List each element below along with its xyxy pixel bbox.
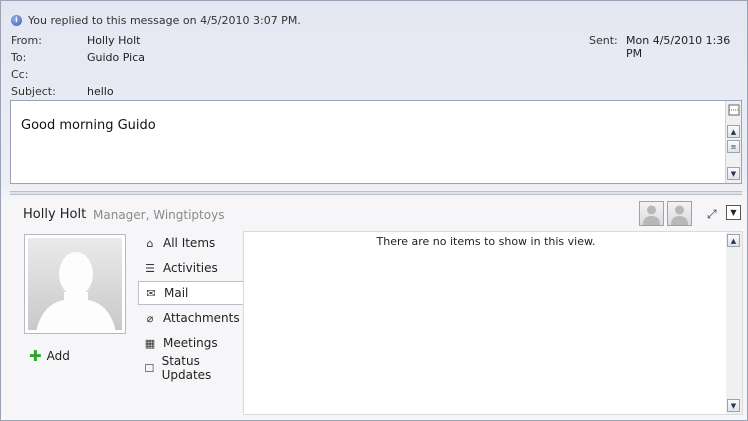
nav-label: All Items xyxy=(163,236,216,250)
paperclip-icon: ⌀ xyxy=(146,311,154,325)
add-contact-button[interactable]: ✚ Add xyxy=(29,347,70,365)
reply-info-bar: i You replied to this message on 4/5/201… xyxy=(11,12,301,28)
scroll-up-button[interactable]: ▲ xyxy=(727,125,740,138)
nav-label: Status Updates xyxy=(161,354,212,382)
message-text: Good morning Guido xyxy=(21,118,156,133)
pane-splitter[interactable] xyxy=(10,191,742,195)
split-icon[interactable] xyxy=(727,103,740,116)
contact-avatar-2[interactable] xyxy=(667,201,692,226)
person-title: Manager, Wingtiptoys xyxy=(93,208,225,222)
reading-pane: i You replied to this message on 4/5/201… xyxy=(0,0,748,421)
message-scrollbar[interactable]: ▲ ≡ ▼ xyxy=(725,101,741,183)
scroll-down-button[interactable]: ▼ xyxy=(727,167,740,180)
nav-item-status-updates[interactable]: ☐ Status Updates xyxy=(138,354,244,382)
scroll-down-button[interactable]: ▼ xyxy=(727,399,740,412)
subject-label: Subject: xyxy=(11,85,56,98)
scroll-up-button[interactable]: ▲ xyxy=(727,234,740,247)
add-label: Add xyxy=(46,349,70,363)
nav-item-all-items[interactable]: ⌂ All Items xyxy=(138,231,244,255)
nav-label: Activities xyxy=(163,261,218,275)
contact-photo xyxy=(24,234,126,334)
nav-label: Mail xyxy=(164,286,189,300)
cc-label: Cc: xyxy=(11,68,29,81)
items-list[interactable]: There are no items to show in this view.… xyxy=(243,231,743,415)
sent-value: Mon 4/5/2010 1:36 PM xyxy=(626,34,731,60)
chevron-down-icon[interactable]: ▼ xyxy=(726,205,741,220)
nav-item-activities[interactable]: ☰ Activities xyxy=(138,256,244,280)
nav-label: Meetings xyxy=(163,336,218,350)
calendar-icon: ▦ xyxy=(144,336,156,350)
info-icon: i xyxy=(11,14,22,26)
nav-item-mail[interactable]: ✉ Mail xyxy=(138,281,244,305)
empty-message: There are no items to show in this view. xyxy=(376,235,596,248)
subject-value: hello xyxy=(87,85,114,98)
mail-icon: ✉ xyxy=(146,286,156,300)
contact-avatar-1[interactable] xyxy=(639,201,664,226)
plus-icon: ✚ xyxy=(29,347,42,365)
to-label: To: xyxy=(11,51,27,64)
sent-label: Sent: xyxy=(589,34,618,47)
nav-item-attachments[interactable]: ⌀ Attachments xyxy=(138,306,244,330)
from-label: From: xyxy=(11,34,42,47)
home-icon: ⌂ xyxy=(146,236,154,250)
items-scrollbar[interactable]: ▲ ▼ xyxy=(726,232,742,414)
expand-icon[interactable]: ⤢ xyxy=(707,207,717,222)
reply-info-text: You replied to this message on 4/5/2010 … xyxy=(28,13,301,27)
nav-item-meetings[interactable]: ▦ Meetings xyxy=(138,331,244,355)
scroll-thumb[interactable]: ≡ xyxy=(727,140,740,153)
status-icon: ☐ xyxy=(144,361,155,375)
message-body[interactable]: Good morning Guido ▲ ≡ ▼ xyxy=(10,100,742,184)
to-value[interactable]: Guido Pica xyxy=(87,51,145,64)
nav-label: Attachments xyxy=(163,311,240,325)
person-name[interactable]: Holly Holt xyxy=(23,207,86,222)
from-value[interactable]: Holly Holt xyxy=(87,34,141,47)
activities-icon: ☰ xyxy=(145,261,155,275)
